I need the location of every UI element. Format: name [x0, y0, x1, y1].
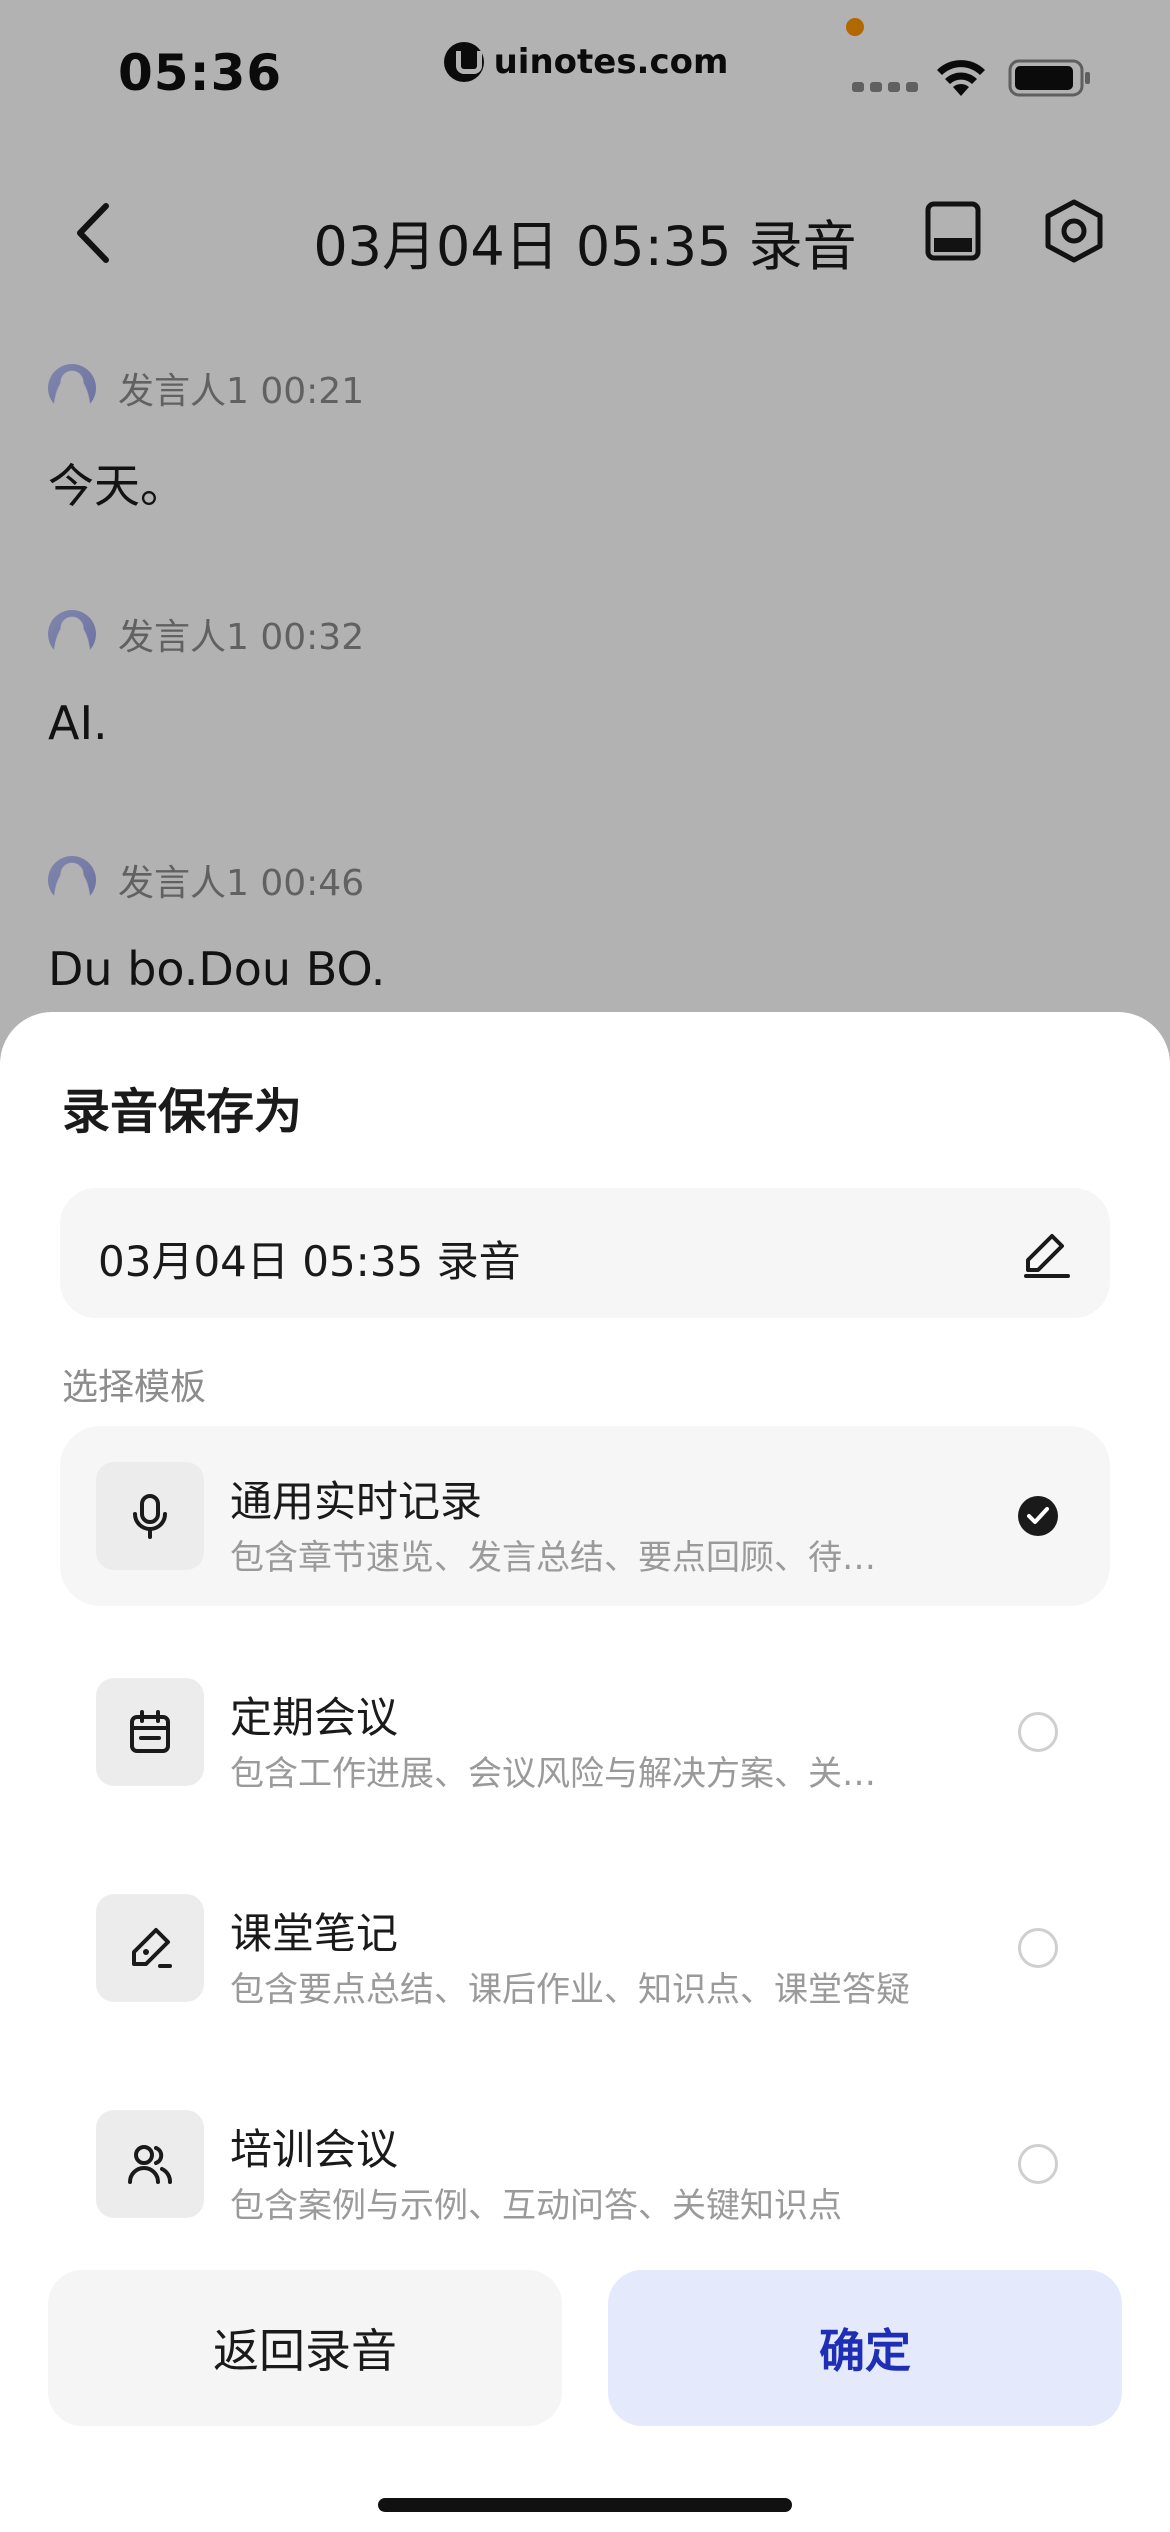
confirm-button[interactable]: 确定: [608, 2270, 1122, 2426]
radio-unchecked[interactable]: [1018, 1928, 1058, 1968]
radio-unchecked[interactable]: [1018, 1712, 1058, 1752]
back-to-recording-button[interactable]: 返回录音: [48, 2270, 562, 2426]
checkmark-icon: [1027, 1507, 1049, 1524]
template-description: 包含案例与示例、互动问答、关键知识点: [230, 2186, 842, 2226]
recording-name-value: 03月04日 05:35 录音: [98, 1237, 521, 1286]
radio-unchecked[interactable]: [1018, 2144, 1058, 2184]
home-indicator[interactable]: [378, 2498, 792, 2512]
template-icon-box: [96, 1462, 204, 1570]
recording-name-field[interactable]: 03月04日 05:35 录音: [60, 1188, 1110, 1318]
template-name: 培训会议: [230, 2125, 399, 2174]
pen-icon: [132, 1928, 172, 1968]
template-icon-box: [96, 2110, 204, 2218]
template-description: 包含要点总结、课后作业、知识点、课堂答疑: [230, 1970, 910, 2010]
template-name: 课堂笔记: [230, 1909, 399, 1958]
template-icon-box: [96, 1678, 204, 1786]
template-name: 通用实时记录: [230, 1477, 483, 1526]
action-buttons: 返回录音 确定: [48, 2270, 1122, 2426]
template-option-general[interactable]: 通用实时记录 包含章节速览、发言总结、要点回顾、待…: [60, 1426, 1110, 1606]
template-description: 包含章节速览、发言总结、要点回顾、待…: [230, 1538, 876, 1578]
template-section-label: 选择模板: [62, 1367, 207, 1408]
edit-icon[interactable]: [1022, 1228, 1072, 1278]
sheet-title: 录音保存为: [62, 1084, 303, 1140]
calendar-icon: [130, 1710, 170, 1753]
template-description: 包含工作进展、会议风险与解决方案、关…: [230, 1754, 876, 1794]
save-recording-sheet: 录音保存为 03月04日 05:35 录音 选择模板 通用实时记录 包含章节速览…: [0, 1012, 1170, 2532]
microphone-icon: [133, 1494, 167, 1539]
template-icon-box: [96, 1894, 204, 2002]
template-name: 定期会议: [230, 1693, 399, 1742]
template-option-training[interactable]: 培训会议 包含案例与示例、互动问答、关键知识点: [60, 2074, 1110, 2254]
radio-checked[interactable]: [1018, 1496, 1058, 1536]
template-option-regular-meeting[interactable]: 定期会议 包含工作进展、会议风险与解决方案、关…: [60, 1642, 1110, 1822]
people-icon: [128, 2145, 172, 2184]
screen: 05:36 uinotes.com 03月04日 05:35 录音 发言人1 0…: [0, 0, 1170, 2532]
template-option-class-notes[interactable]: 课堂笔记 包含要点总结、课后作业、知识点、课堂答疑: [60, 1858, 1110, 2038]
